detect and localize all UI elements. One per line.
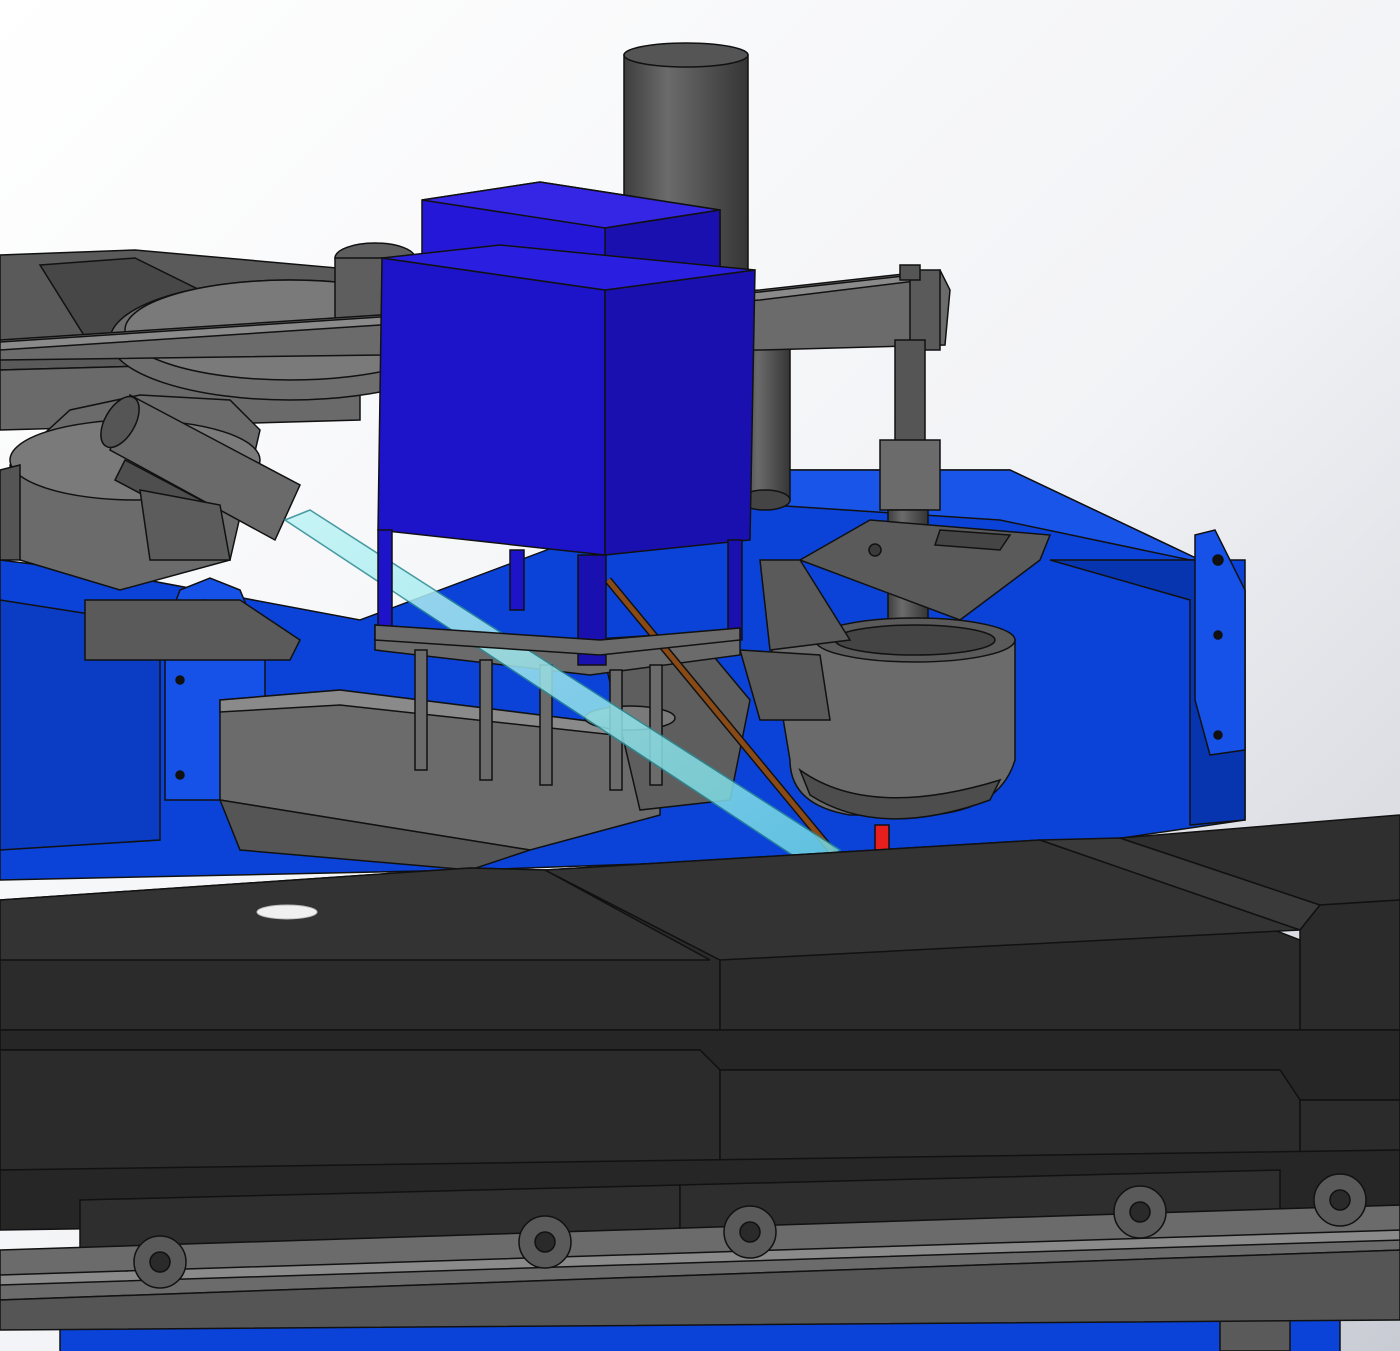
assembly-render (0, 0, 1400, 1351)
cad-viewport[interactable] (0, 0, 1400, 1351)
mold-hole (256, 904, 318, 920)
